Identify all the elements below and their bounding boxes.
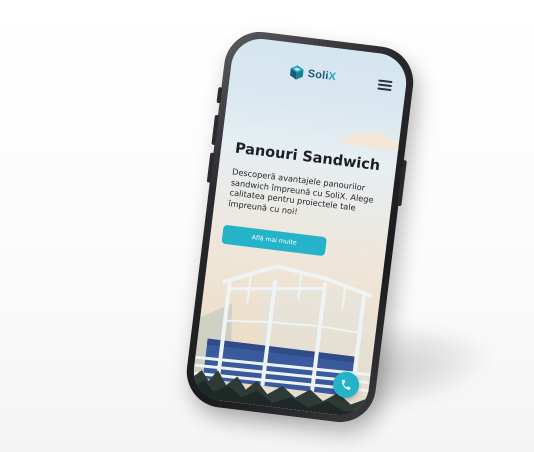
logo-text: SoliX — [307, 68, 337, 83]
phone-volume-down-button — [206, 152, 215, 183]
site-logo[interactable]: SoliX — [288, 63, 337, 87]
phone-power-button — [397, 160, 407, 207]
logo-text-accent: X — [327, 70, 337, 84]
phone-volume-up-button — [211, 114, 220, 146]
phone-icon — [342, 379, 351, 390]
hamburger-menu-icon[interactable] — [377, 79, 393, 92]
phone-screen: SoliX Panouri Sandwich Descoperă avantaj… — [190, 35, 410, 419]
product-mockup-stage: SoliX Panouri Sandwich Descoperă avantaj… — [0, 0, 534, 452]
site-header: SoliX — [228, 35, 410, 105]
logo-text-main: Soli — [306, 67, 330, 83]
phone-action-button — [216, 87, 223, 104]
cube-icon — [290, 65, 304, 80]
cloud-decoration — [340, 132, 399, 151]
hero-description: Descoperă avantajele panourilor sandwich… — [227, 166, 375, 217]
